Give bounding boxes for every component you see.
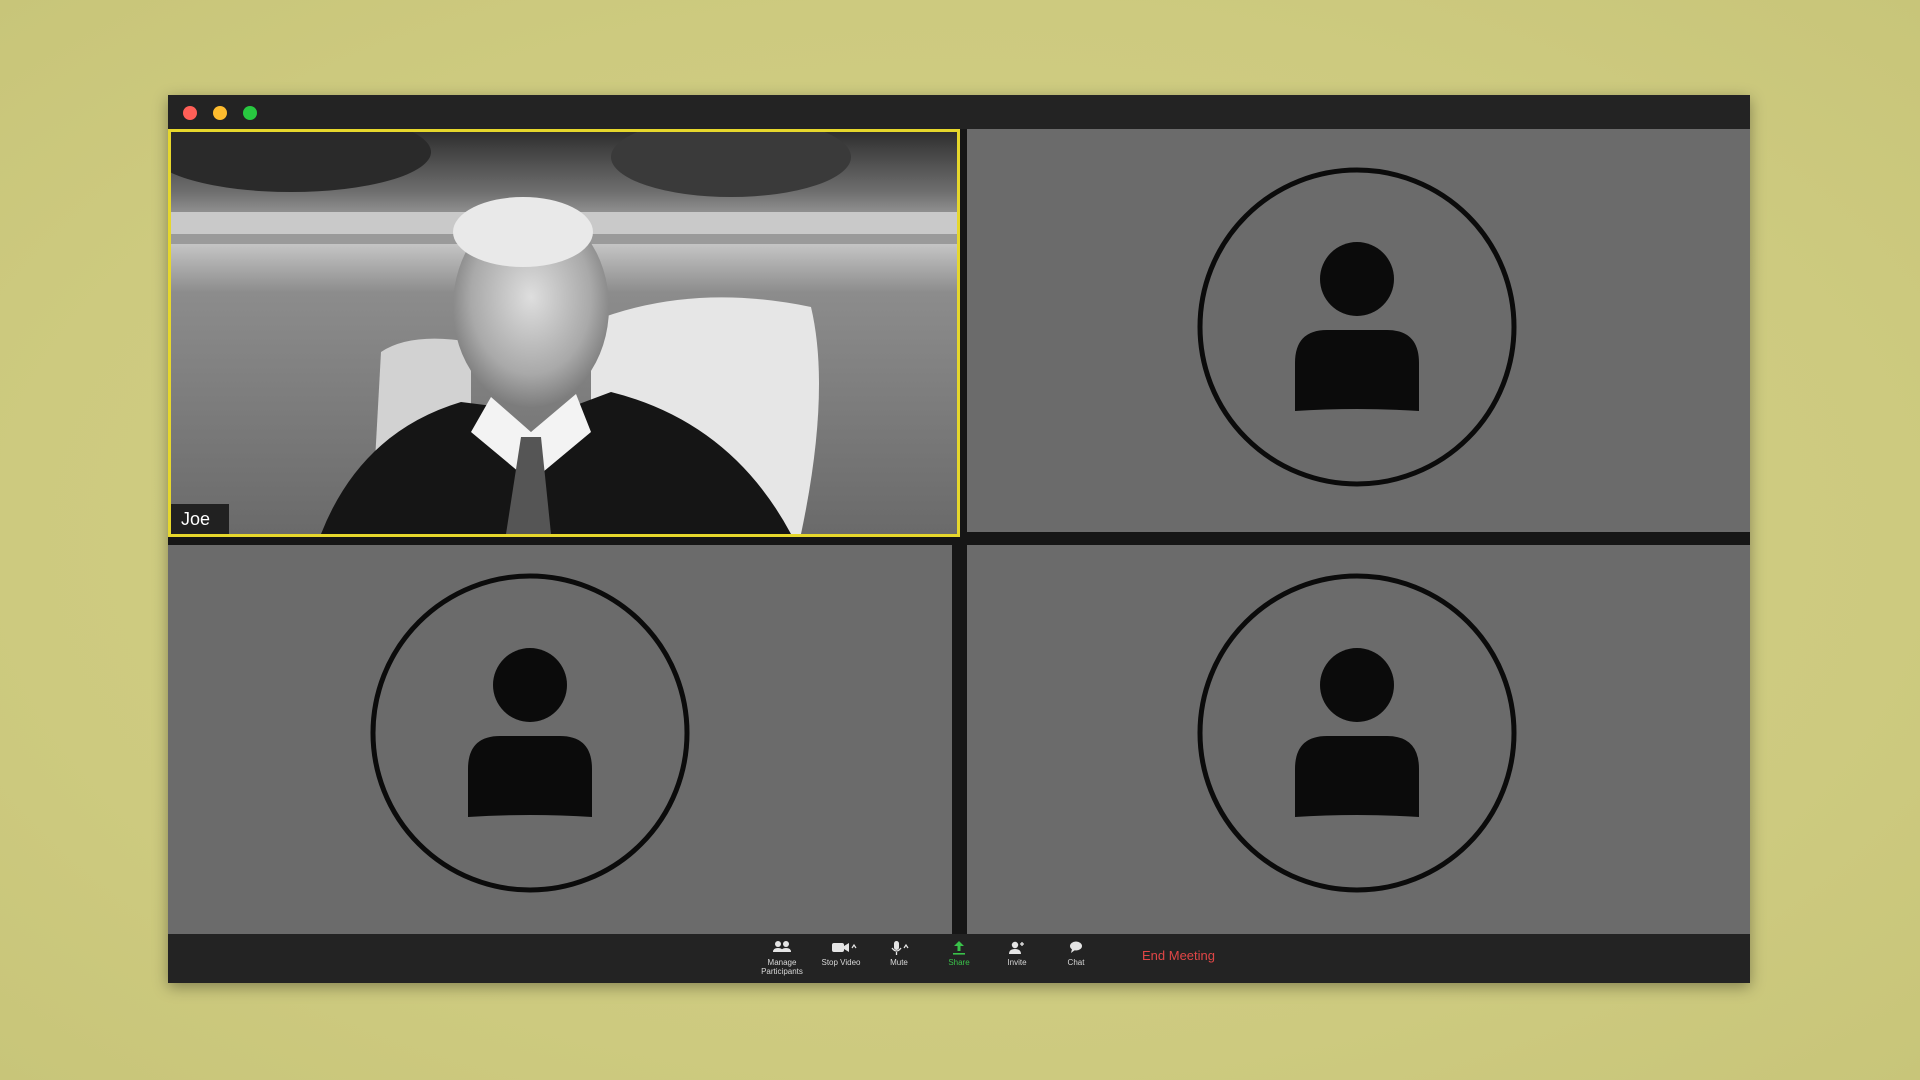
video-frame-image bbox=[171, 132, 957, 534]
chat-label: Chat bbox=[1067, 958, 1085, 967]
participant-tile-joe[interactable]: Joe bbox=[168, 129, 960, 537]
mute-label: Mute bbox=[890, 958, 908, 967]
maximize-window-button[interactable] bbox=[243, 106, 257, 120]
invite-label: Invite bbox=[1007, 958, 1027, 967]
chat-button[interactable]: Chat bbox=[1041, 938, 1111, 980]
person-avatar-icon bbox=[370, 573, 690, 893]
person-avatar-icon bbox=[1197, 573, 1517, 893]
participant-tile[interactable] bbox=[168, 545, 952, 934]
close-window-button[interactable] bbox=[183, 106, 197, 120]
chat-bubble-icon bbox=[1041, 938, 1111, 958]
window-titlebar bbox=[168, 95, 1750, 129]
end-meeting-button[interactable]: End Meeting bbox=[1136, 944, 1221, 968]
participant-tile[interactable] bbox=[967, 545, 1750, 934]
page-background: Joe Manage Participants Stop Video Mute … bbox=[0, 0, 1920, 1080]
share-label: Share bbox=[948, 958, 970, 967]
manage-participants-label: Manage Participants bbox=[761, 958, 803, 976]
participant-video-feed bbox=[171, 132, 957, 534]
video-grid: Joe bbox=[168, 129, 1750, 934]
minimize-window-button[interactable] bbox=[213, 106, 227, 120]
stop-video-label: Stop Video bbox=[821, 958, 861, 967]
meeting-window: Joe Manage Participants Stop Video Mute … bbox=[168, 95, 1750, 983]
participant-tile[interactable] bbox=[967, 129, 1750, 532]
meeting-toolbar: Manage Participants Stop Video Mute Shar… bbox=[168, 934, 1750, 983]
participant-name-label: Joe bbox=[171, 504, 229, 534]
person-avatar-icon bbox=[1197, 167, 1517, 487]
